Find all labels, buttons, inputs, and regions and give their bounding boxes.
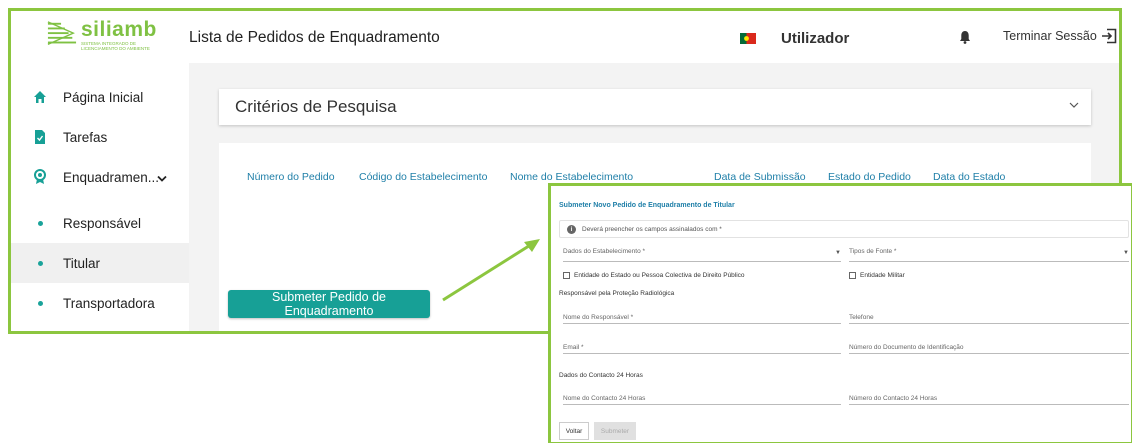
top-bar: Lista de Pedidos de Enquadramento Utiliz… <box>189 11 1119 63</box>
field-label: Número do Contacto 24 Horas <box>849 395 938 402</box>
contact-number-field[interactable]: Número do Contacto 24 Horas <box>849 389 1129 405</box>
submit-request-button[interactable]: Submeter Pedido de Enquadramento <box>228 290 430 318</box>
page-title: Lista de Pedidos de Enquadramento <box>189 29 440 46</box>
phone-field[interactable]: Telefone <box>849 308 1129 324</box>
checkbox-box[interactable] <box>563 272 570 279</box>
column-header[interactable]: Código do Estabelecimento <box>359 171 487 183</box>
state-entity-checkbox[interactable]: Entidade do Estado ou Pessoa Colectiva d… <box>563 272 745 279</box>
section-title-responsavel: Responsável pela Proteção Radiológica <box>559 290 675 297</box>
logo-word: siliamb <box>81 18 157 41</box>
caret-down-icon: ▼ <box>835 250 841 256</box>
search-criteria-panel[interactable]: Critérios de Pesquisa <box>219 89 1091 125</box>
chevron-down-icon[interactable] <box>157 170 167 188</box>
search-criteria-title: Critérios de Pesquisa <box>235 97 397 116</box>
logout-icon[interactable] <box>1101 28 1117 44</box>
sidebar-item-transportadora[interactable]: Transportadora <box>11 283 189 323</box>
checkbox-label: Entidade Militar <box>860 272 905 279</box>
sidebar: siliamb Sistema Integrado de Licenciamen… <box>11 11 189 331</box>
column-header[interactable]: Número do Pedido <box>247 171 335 183</box>
column-header[interactable]: Nome do Estabelecimento <box>510 171 633 183</box>
task-icon <box>33 130 47 144</box>
sidebar-item-pagina-inicial[interactable]: Página Inicial <box>11 77 189 117</box>
sidebar-item-titular[interactable]: Titular <box>11 243 189 283</box>
chevron-down-icon[interactable] <box>1069 102 1079 109</box>
email-field[interactable]: Email * <box>563 338 841 354</box>
field-label: Nome do Responsável * <box>563 314 634 321</box>
back-button[interactable]: Voltar <box>559 422 589 440</box>
sidebar-item-enquadramento[interactable]: Enquadramen... <box>11 157 189 197</box>
portugal-flag-icon[interactable] <box>740 33 756 44</box>
submit-button[interactable]: Submeter <box>594 422 636 440</box>
info-banner: i Deverá preencher os campos assinalados… <box>559 220 1129 238</box>
sidebar-item-label: Transportadora <box>63 295 155 311</box>
column-header[interactable]: Data do Estado <box>933 171 1005 183</box>
bullet-icon <box>33 216 47 230</box>
column-header[interactable]: Data de Submissão <box>714 171 806 183</box>
establishment-select[interactable]: Dados do Estabelecimento * ▼ <box>563 248 841 262</box>
checkbox-box[interactable] <box>849 272 856 279</box>
column-header[interactable]: Estado do Pedido <box>828 171 911 183</box>
military-entity-checkbox[interactable]: Entidade Militar <box>849 272 905 279</box>
section-title-contacto: Dados do Contacto 24 Horas <box>559 372 643 379</box>
callout-arrow-icon <box>442 239 540 302</box>
field-label: Email * <box>563 344 584 351</box>
caret-down-icon: ▼ <box>1123 250 1129 256</box>
field-label: Número do Documento de Identificação <box>849 344 964 351</box>
bullet-icon <box>33 296 47 310</box>
bell-icon[interactable] <box>959 30 971 44</box>
checkbox-label: Entidade do Estado ou Pessoa Colectiva d… <box>574 272 745 279</box>
logout-link[interactable]: Terminar Sessão <box>1003 29 1097 43</box>
new-request-dialog: Submeter Novo Pedido de Enquadramento de… <box>548 183 1132 443</box>
sidebar-item-label: Titular <box>63 255 101 271</box>
field-label: Nome do Contacto 24 Horas <box>563 395 646 402</box>
responsible-name-field[interactable]: Nome do Responsável * <box>563 308 841 324</box>
sidebar-item-label: Enquadramen... <box>63 169 160 185</box>
sidebar-item-label: Responsável <box>63 215 142 231</box>
field-label: Telefone <box>849 314 874 321</box>
establishment-select-label: Dados do Estabelecimento * <box>563 248 646 255</box>
logo: siliamb Sistema Integrado de Licenciamen… <box>47 19 157 61</box>
badge-icon <box>33 169 47 184</box>
info-icon: i <box>567 225 576 234</box>
bullet-icon <box>33 256 47 270</box>
source-type-select[interactable]: Tipos de Fonte * ▼ <box>849 248 1129 262</box>
info-text: Deverá preencher os campos assinalados c… <box>582 225 722 233</box>
sidebar-item-label: Página Inicial <box>63 89 144 105</box>
dialog-title: Submeter Novo Pedido de Enquadramento de… <box>559 202 735 209</box>
logo-mark-icon <box>47 21 77 46</box>
user-menu[interactable]: Utilizador <box>781 30 849 47</box>
id-document-field[interactable]: Número do Documento de Identificação <box>849 338 1129 354</box>
logo-subtitle: Sistema Integrado de Licenciamento do Am… <box>81 41 150 51</box>
contact-name-field[interactable]: Nome do Contacto 24 Horas <box>563 389 841 405</box>
sidebar-item-label: Tarefas <box>63 129 108 145</box>
sidebar-item-tarefas[interactable]: Tarefas <box>11 117 189 157</box>
source-type-select-label: Tipos de Fonte * <box>849 248 897 255</box>
home-icon <box>33 90 47 104</box>
sidebar-item-responsavel[interactable]: Responsável <box>11 203 189 243</box>
